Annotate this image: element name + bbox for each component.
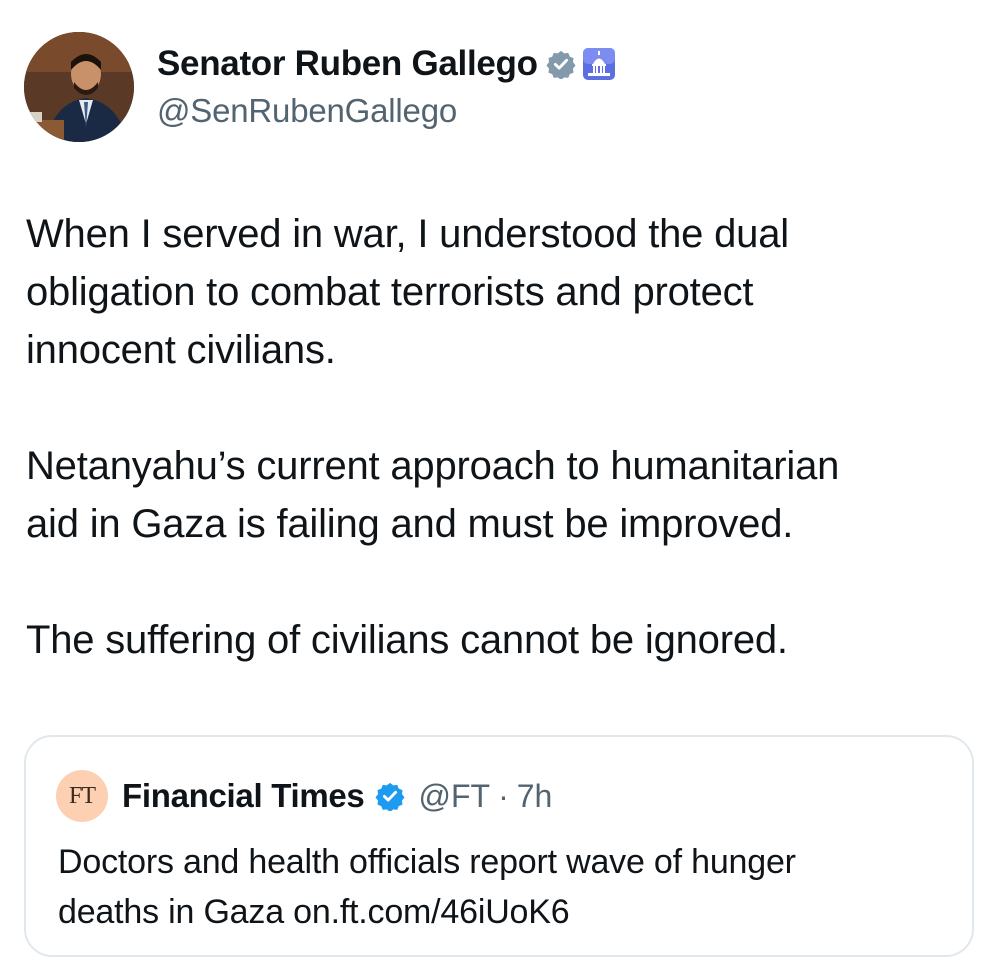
ft-logo-avatar[interactable]: FT — [56, 770, 108, 822]
tweet-card: Senator Ruben Gallego @SenRubenGallego W… — [0, 0, 1000, 965]
tweet-paragraph: When I served in war, I understood the d… — [26, 212, 789, 372]
tweet-body: When I served in war, I understood the d… — [26, 205, 976, 669]
quoted-handle[interactable]: @FT — [419, 778, 491, 815]
profile-photo-icon — [24, 32, 134, 142]
quoted-tweet-header: FT Financial Times @FT · 7h — [56, 770, 553, 822]
separator-dot: · — [498, 777, 509, 814]
quoted-timestamp[interactable]: 7h — [517, 778, 553, 815]
author-display-name[interactable]: Senator Ruben Gallego — [157, 44, 538, 84]
tweet-paragraph: Netanyahu’s current approach to humanita… — [26, 444, 840, 546]
author-handle[interactable]: @SenRubenGallego — [157, 92, 616, 130]
author-block: Senator Ruben Gallego @SenRubenGallego — [157, 42, 616, 130]
quoted-tweet-text: Doctors and health officials report wave… — [58, 843, 796, 931]
quoted-tweet-card[interactable]: FT Financial Times @FT · 7h Doctors and … — [24, 735, 974, 957]
tweet-paragraph: The suffering of civilians cannot be ign… — [26, 618, 788, 662]
verified-badge-icon[interactable] — [375, 781, 405, 811]
ft-logo-text: FT — [68, 782, 96, 809]
quoted-display-name[interactable]: Financial Times — [122, 777, 365, 815]
capitol-affiliate-icon[interactable] — [582, 47, 616, 81]
government-verified-badge-icon[interactable] — [546, 49, 576, 79]
author-name-row: Senator Ruben Gallego — [157, 42, 616, 86]
author-avatar[interactable] — [24, 32, 134, 142]
